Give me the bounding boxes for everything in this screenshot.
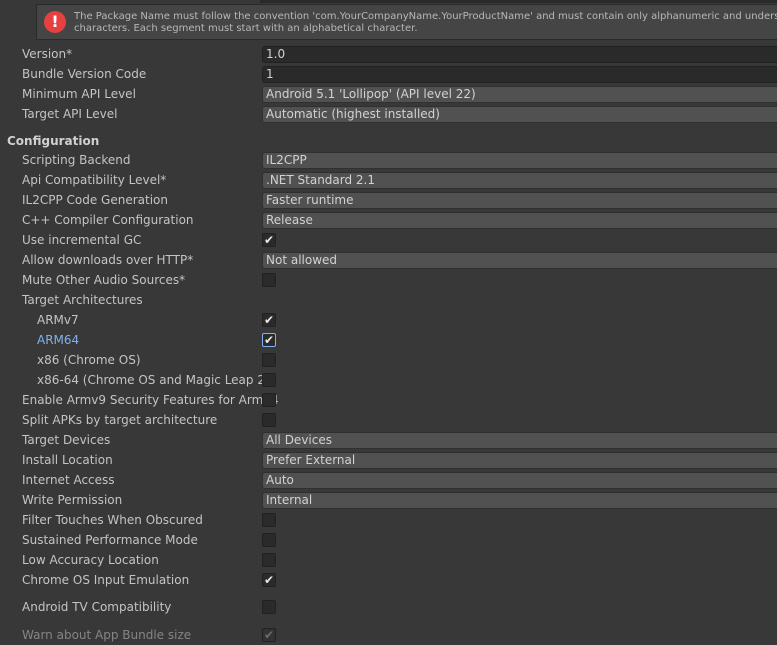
warn-bundle-checkbox: ✔ <box>262 628 276 642</box>
armv7-row: ARMv7 ✔ <box>0 310 777 330</box>
error-icon: ! <box>44 11 66 33</box>
version-field[interactable]: 1.0 <box>262 46 777 63</box>
x86-checkbox[interactable] <box>262 353 276 367</box>
low-accuracy-label: Low Accuracy Location <box>22 553 159 567</box>
split-apks-label: Split APKs by target architecture <box>22 413 218 427</box>
cpp-compiler-dropdown[interactable]: Release <box>262 212 777 229</box>
filter-touches-label: Filter Touches When Obscured <box>22 513 203 527</box>
android-tv-checkbox[interactable] <box>262 600 276 614</box>
write-permission-dropdown[interactable]: Internal <box>262 492 777 509</box>
target-architectures-label: Target Architectures <box>22 293 143 307</box>
bundle-version-code-field[interactable]: 1 <box>262 66 777 83</box>
mute-audio-label: Mute Other Audio Sources* <box>22 273 186 287</box>
armv9-security-label: Enable Armv9 Security Features for Arm64 <box>22 393 279 407</box>
configuration-header[interactable]: Configuration <box>7 131 99 151</box>
arm64-label: ARM64 <box>37 333 80 347</box>
incremental-gc-label: Use incremental GC <box>22 233 142 247</box>
arm64-row: ARM64 ✔ <box>0 330 777 350</box>
warning-line-1: The Package Name must follow the convent… <box>74 11 777 22</box>
write-permission-label: Write Permission <box>22 493 123 507</box>
version-label: Version* <box>22 47 73 61</box>
il2cpp-codegen-dropdown[interactable]: Faster runtime <box>262 192 777 209</box>
il2cpp-codegen-label: IL2CPP Code Generation <box>22 193 169 207</box>
scripting-backend-dropdown[interactable]: IL2CPP <box>262 152 777 169</box>
filter-touches-row: Filter Touches When Obscured <box>0 510 777 530</box>
filter-touches-checkbox[interactable] <box>262 513 276 527</box>
write-permission-row: Write Permission Internal <box>0 490 777 510</box>
bundle-version-code-row: Bundle Version Code 1 <box>0 64 777 84</box>
install-location-label: Install Location <box>22 453 113 467</box>
target-devices-row: Target Devices All Devices <box>0 430 777 450</box>
cpp-compiler-label: C++ Compiler Configuration <box>22 213 194 227</box>
warning-line-2: characters. Each segment must start with… <box>74 23 418 34</box>
split-apks-row: Split APKs by target architecture <box>0 410 777 430</box>
chromeos-input-label: Chrome OS Input Emulation <box>22 573 190 587</box>
package-name-warning: ! The Package Name must follow the conve… <box>36 4 777 40</box>
minimum-api-level-dropdown[interactable]: Android 5.1 'Lollipop' (API level 22) <box>262 86 777 103</box>
warn-bundle-row: Warn about App Bundle size ✔ <box>0 625 777 645</box>
sustained-performance-label: Sustained Performance Mode <box>22 533 198 547</box>
armv7-label: ARMv7 <box>37 313 79 327</box>
chromeos-input-row: Chrome OS Input Emulation ✔ <box>0 570 777 590</box>
install-location-dropdown[interactable]: Prefer External <box>262 452 777 469</box>
split-apks-checkbox[interactable] <box>262 413 276 427</box>
armv7-checkbox[interactable]: ✔ <box>262 313 276 327</box>
x86-64-label: x86-64 (Chrome OS and Magic Leap 2) <box>37 373 270 387</box>
target-devices-dropdown[interactable]: All Devices <box>262 432 777 449</box>
previous-field-edge <box>260 0 777 3</box>
allow-http-label: Allow downloads over HTTP* <box>22 253 194 267</box>
warning-message: The Package Name must follow the convent… <box>74 11 777 35</box>
android-tv-row: Android TV Compatibility <box>0 597 777 617</box>
mute-audio-checkbox[interactable] <box>262 273 276 287</box>
scripting-backend-label: Scripting Backend <box>22 153 131 167</box>
chromeos-input-checkbox[interactable]: ✔ <box>262 573 276 587</box>
sustained-performance-checkbox[interactable] <box>262 533 276 547</box>
incremental-gc-checkbox[interactable]: ✔ <box>262 233 276 247</box>
target-architectures-row: Target Architectures <box>0 290 777 310</box>
il2cpp-codegen-row: IL2CPP Code Generation Faster runtime <box>0 190 777 210</box>
armv9-security-checkbox[interactable] <box>262 393 276 407</box>
arm64-checkbox[interactable]: ✔ <box>262 333 276 347</box>
sustained-performance-row: Sustained Performance Mode <box>0 530 777 550</box>
internet-access-dropdown[interactable]: Auto <box>262 472 777 489</box>
api-compatibility-label: Api Compatibility Level* <box>22 173 167 187</box>
x86-row: x86 (Chrome OS) <box>0 350 777 370</box>
cpp-compiler-row: C++ Compiler Configuration Release <box>0 210 777 230</box>
x86-64-checkbox[interactable] <box>262 373 276 387</box>
bundle-version-code-label: Bundle Version Code <box>22 67 147 81</box>
target-api-level-row: Target API Level Automatic (highest inst… <box>0 104 777 124</box>
warn-bundle-label: Warn about App Bundle size <box>22 628 192 642</box>
api-compatibility-row: Api Compatibility Level* .NET Standard 2… <box>0 170 777 190</box>
low-accuracy-checkbox[interactable] <box>262 553 276 567</box>
internet-access-label: Internet Access <box>22 473 115 487</box>
allow-http-dropdown[interactable]: Not allowed <box>262 252 777 269</box>
target-api-level-dropdown[interactable]: Automatic (highest installed) <box>262 106 777 123</box>
low-accuracy-row: Low Accuracy Location <box>0 550 777 570</box>
incremental-gc-row: Use incremental GC ✔ <box>0 230 777 250</box>
x86-label: x86 (Chrome OS) <box>37 353 141 367</box>
minimum-api-level-row: Minimum API Level Android 5.1 'Lollipop'… <box>0 84 777 104</box>
minimum-api-level-label: Minimum API Level <box>22 87 136 101</box>
android-tv-label: Android TV Compatibility <box>22 600 172 614</box>
x86-64-row: x86-64 (Chrome OS and Magic Leap 2) <box>0 370 777 390</box>
armv9-security-row: Enable Armv9 Security Features for Arm64 <box>0 390 777 410</box>
api-compatibility-dropdown[interactable]: .NET Standard 2.1 <box>262 172 777 189</box>
scripting-backend-row: Scripting Backend IL2CPP <box>0 150 777 170</box>
target-api-level-label: Target API Level <box>22 107 118 121</box>
internet-access-row: Internet Access Auto <box>0 470 777 490</box>
version-row: Version* 1.0 <box>0 44 777 64</box>
mute-audio-row: Mute Other Audio Sources* <box>0 270 777 290</box>
target-devices-label: Target Devices <box>22 433 111 447</box>
allow-http-row: Allow downloads over HTTP* Not allowed <box>0 250 777 270</box>
install-location-row: Install Location Prefer External <box>0 450 777 470</box>
